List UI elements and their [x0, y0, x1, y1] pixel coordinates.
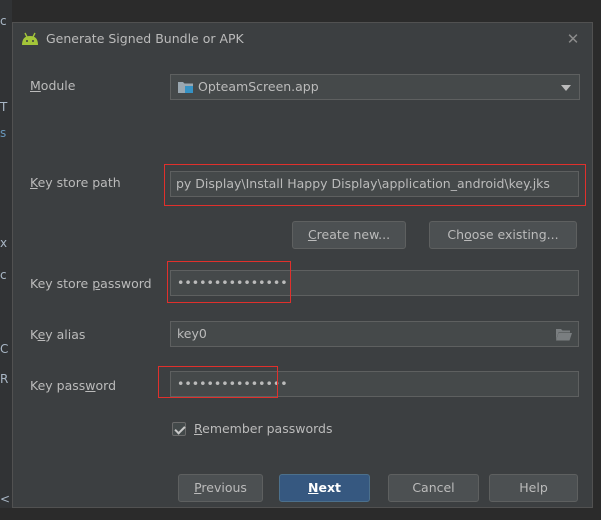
ide-code-fragment: < — [0, 492, 11, 506]
remember-passwords-checkbox[interactable] — [172, 422, 186, 436]
android-icon — [22, 32, 38, 45]
key-alias-value: key0 — [177, 326, 207, 341]
module-label: Module — [30, 78, 76, 93]
ide-bottom-strip — [0, 508, 601, 520]
key-store-password-label: Key store password — [30, 276, 152, 291]
choose-existing-button[interactable]: Choose existing... — [429, 221, 577, 249]
ide-code-fragment: x — [0, 236, 8, 250]
ide-code-fragment: R — [0, 372, 9, 386]
highlight-box-key-store-path — [164, 164, 586, 206]
dialog-title: Generate Signed Bundle or APK — [46, 31, 244, 46]
ide-editor-gutter — [0, 0, 12, 520]
module-folder-icon — [178, 82, 193, 93]
key-store-path-label: Key store path — [30, 175, 121, 190]
create-new-button[interactable]: Create new... — [292, 221, 406, 249]
key-alias-label: Key alias — [30, 327, 86, 342]
highlight-box-key-store-password — [167, 261, 291, 303]
folder-icon[interactable] — [556, 328, 572, 341]
dialog-titlebar[interactable]: Generate Signed Bundle or APK ✕ — [13, 23, 592, 55]
close-button[interactable]: ✕ — [562, 29, 584, 49]
next-button[interactable]: Next — [279, 474, 370, 502]
previous-button[interactable]: Previous — [178, 474, 263, 502]
remember-passwords-label[interactable]: Remember passwords — [194, 421, 332, 436]
ide-code-fragment: T — [0, 100, 8, 114]
highlight-box-key-password — [158, 366, 278, 398]
module-dropdown[interactable]: OpteamScreen.app — [170, 74, 580, 100]
ide-code-fragment: c — [0, 268, 7, 282]
key-alias-input[interactable]: key0 — [170, 321, 579, 347]
key-password-label: Key password — [30, 378, 117, 393]
help-button[interactable]: Help — [489, 474, 578, 502]
ide-code-fragment: c — [0, 14, 7, 28]
module-value: OpteamScreen.app — [198, 79, 319, 94]
cancel-button[interactable]: Cancel — [388, 474, 479, 502]
generate-signed-bundle-dialog: Generate Signed Bundle or APK ✕ Module O… — [12, 22, 593, 508]
ide-code-fragment: s — [0, 126, 7, 140]
close-icon: ✕ — [566, 30, 580, 48]
chevron-down-icon — [561, 85, 571, 91]
ide-code-fragment: C — [0, 342, 9, 356]
